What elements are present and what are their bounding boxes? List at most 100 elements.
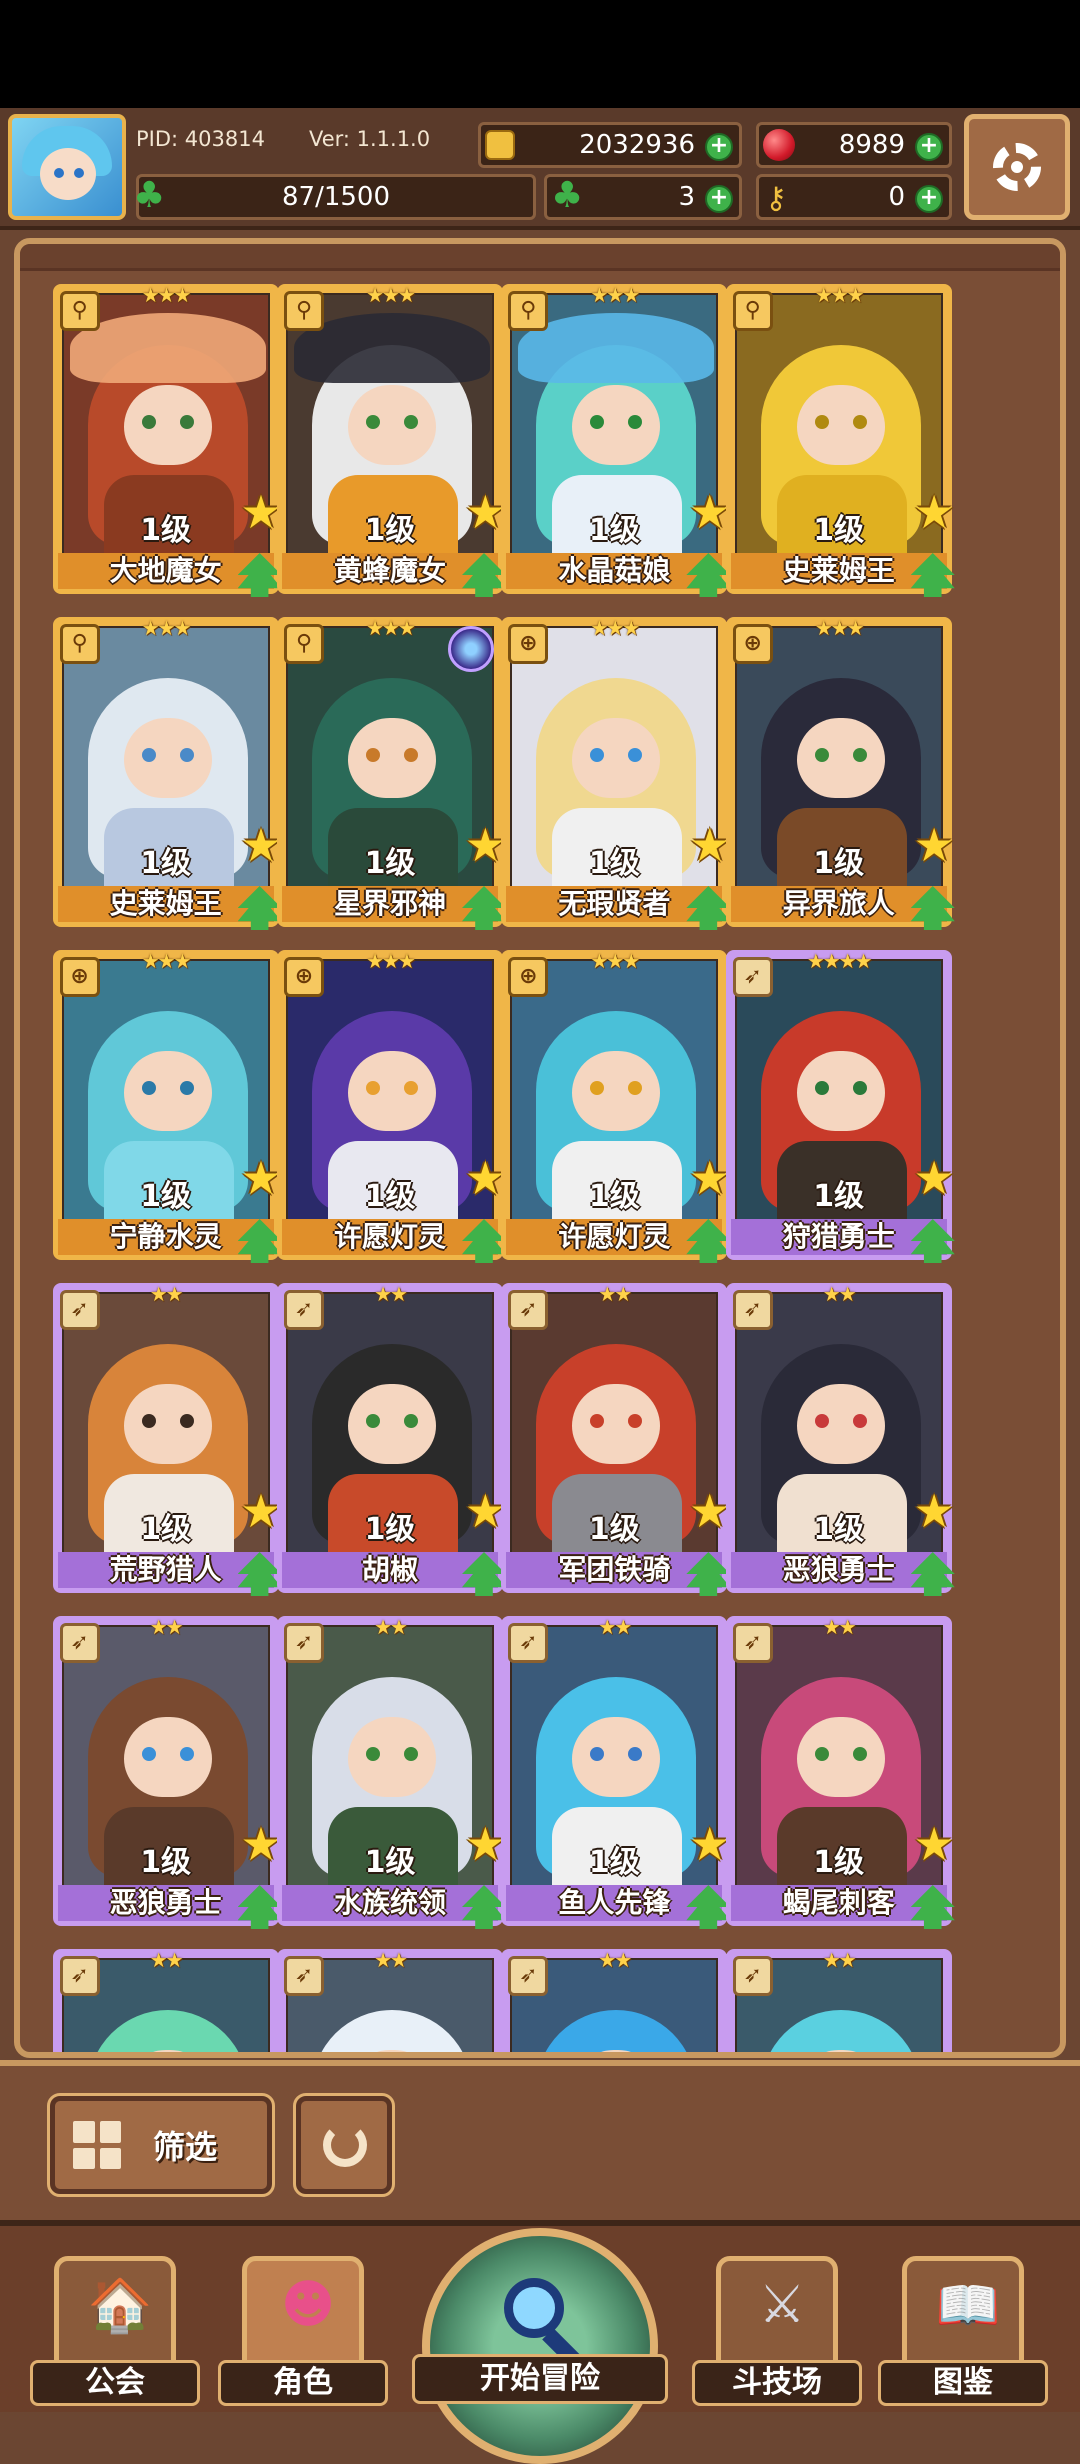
character-card[interactable]: ⚲ ★★★ 1级 ★ 黄蜂魔女	[277, 283, 506, 597]
add-gold-button[interactable]: +	[705, 133, 733, 161]
character-card[interactable]: ⚲ ★★★ 1级 ★ 史莱姆王	[52, 616, 282, 930]
character-name: 军团铁骑	[506, 1552, 723, 1588]
nav-arena[interactable]: ⚔ 斗技场	[692, 2256, 862, 2406]
character-name: 恶狼勇士	[730, 1552, 947, 1588]
nav-codex[interactable]: 📖 图鉴	[878, 2256, 1048, 2406]
star-icon[interactable]: ★	[240, 1821, 281, 1867]
add-gem-button[interactable]: +	[915, 133, 943, 161]
blade-class-icon: ➶	[732, 1290, 773, 1330]
rarity-stars: ★★	[374, 1948, 408, 1972]
character-card[interactable]: ⊕ ★★★ 1级 ★ 许愿灯灵	[277, 949, 506, 1263]
star-icon[interactable]: ★	[465, 822, 506, 868]
character-card[interactable]: ➶ ★★ 1级 ★ 水族统领	[277, 1615, 506, 1929]
clover-icon: ♣	[551, 175, 584, 216]
character-card[interactable]: ➶ ★★ 1级 ★ 荒野猎人	[52, 1282, 282, 1596]
star-icon[interactable]: ★	[465, 1821, 506, 1867]
swords-icon: ⚔	[758, 2275, 806, 2335]
nav-guild[interactable]: 🏠 公会	[30, 2256, 200, 2406]
rarity-stars: ★★★	[814, 283, 865, 307]
star-icon[interactable]: ★	[240, 1155, 281, 1201]
character-card[interactable]: ⚲ ★★★ 1级 ★ 史莱姆王	[725, 283, 955, 597]
nav-character[interactable]: ☻ 角色	[218, 2256, 388, 2406]
character-card[interactable]: ⚲ ★★★ 1级 ★ 星界邪神	[277, 616, 506, 930]
star-icon[interactable]: ★	[465, 489, 506, 535]
settings-button[interactable]	[964, 114, 1070, 220]
gem-counter: 8989 +	[756, 122, 952, 168]
target-class-icon: ⊕	[59, 957, 100, 997]
rarity-stars: ★★★	[590, 616, 640, 640]
star-icon[interactable]: ★	[689, 1488, 730, 1534]
star-icon[interactable]: ★	[913, 1155, 954, 1201]
sword-class-icon: ⚲	[59, 291, 100, 331]
blade-class-icon: ➶	[284, 1956, 324, 1996]
refresh-button[interactable]	[293, 2093, 395, 2197]
character-card[interactable]: ➶ ★★ 1级 ★ 鱼人先锋	[501, 1615, 731, 1929]
target-class-icon: ⊕	[284, 957, 324, 997]
star-icon[interactable]: ★	[689, 489, 730, 535]
character-name: 狩猎勇士	[730, 1219, 947, 1255]
blade-class-icon: ➶	[732, 1956, 773, 1996]
rarity-stars: ★★★	[366, 283, 416, 307]
character-roster-panel[interactable]: ⚲ ★★★ 1级 ★ 大地魔女 ⚲ ★★★ 1级 ★ 黄蜂魔女 ⚲ ★★★ 1级 ★ 水晶菇娘 ⚲ ★★★ 1级 ★…	[14, 238, 1066, 2058]
character-card[interactable]: ⊕ ★★★ 1级 ★ 宁静水灵	[52, 949, 282, 1263]
star-icon[interactable]: ★	[689, 1821, 730, 1867]
add-clover-button[interactable]: +	[705, 185, 733, 213]
key-counter: ⚷ 0 +	[756, 174, 952, 220]
add-key-button[interactable]: +	[915, 185, 943, 213]
star-icon[interactable]: ★	[240, 489, 281, 535]
character-grid[interactable]: ⚲ ★★★ 1级 ★ 大地魔女 ⚲ ★★★ 1级 ★ 黄蜂魔女 ⚲ ★★★ 1级 ★ 水晶菇娘 ⚲ ★★★ 1级 ★…	[20, 244, 1060, 2052]
star-icon[interactable]: ★	[240, 1488, 281, 1534]
character-card[interactable]: ➶ ★★★★ 1级 ★ 狩猎勇士	[725, 949, 955, 1263]
character-card[interactable]: ➶ ★★ 1级 ★ 军团铁骑	[501, 1282, 731, 1596]
character-card[interactable]: ➶ ★★ 1级 ★ 恶狼勇士	[52, 1615, 282, 1929]
blade-class-icon: ➶	[59, 1290, 100, 1330]
nav-guild-label: 公会	[30, 2360, 200, 2406]
character-name: 鱼人先锋	[506, 1885, 723, 1921]
character-card[interactable]: ➶ ★★	[277, 1948, 503, 2052]
filter-button[interactable]: 筛选	[47, 2093, 275, 2197]
character-card[interactable]: ⚲ ★★★ 1级 ★ 水晶菇娘	[501, 283, 731, 597]
character-card[interactable]: ➶ ★★ 1级 ★ 胡椒	[277, 1282, 506, 1596]
star-icon[interactable]: ★	[689, 822, 730, 868]
star-icon[interactable]: ★	[913, 489, 954, 535]
id-row: PID: 403814 Ver: 1.1.1.0	[136, 116, 476, 162]
star-icon[interactable]: ★	[913, 1488, 954, 1534]
rarity-stars: ★★★	[366, 949, 416, 973]
character-name: 无瑕贤者	[506, 886, 723, 922]
rarity-stars: ★★	[598, 1615, 632, 1639]
character-name: 宁静水灵	[57, 1219, 274, 1255]
blade-class-icon: ➶	[732, 1623, 773, 1663]
character-card[interactable]: ⊕ ★★★ 1级 ★ 无瑕贤者	[501, 616, 731, 930]
star-icon[interactable]: ★	[240, 822, 281, 868]
star-icon[interactable]: ★	[465, 1488, 506, 1534]
character-card[interactable]: ➶ ★★	[501, 1948, 728, 2052]
nav-adventure-label: 开始冒险	[412, 2354, 668, 2404]
rarity-stars: ★★★	[141, 616, 192, 640]
character-name: 胡椒	[282, 1552, 498, 1588]
rarity-stars: ★★★	[590, 949, 640, 973]
rarity-stars: ★★	[598, 1948, 632, 1972]
star-icon[interactable]: ★	[465, 1155, 506, 1201]
character-card[interactable]: ⊕ ★★★ 1级 ★ 异界旅人	[725, 616, 955, 930]
character-card[interactable]: ⚲ ★★★ 1级 ★ 大地魔女	[52, 283, 282, 597]
character-card[interactable]: ➶ ★★	[52, 1948, 279, 2052]
character-card[interactable]: ⊕ ★★★ 1级 ★ 许愿灯灵	[501, 949, 731, 1263]
filter-bar: 筛选	[0, 2060, 1080, 2220]
player-avatar[interactable]	[8, 114, 126, 220]
character-card[interactable]: ➶ ★★ 1级 ★ 蝎尾刺客	[725, 1615, 955, 1929]
character-card[interactable]: ➶ ★★	[725, 1948, 952, 2052]
blade-class-icon: ➶	[508, 1623, 549, 1663]
nav-start-adventure[interactable]: 开始冒险	[412, 2228, 668, 2464]
rarity-stars: ★★★	[141, 949, 192, 973]
blade-class-icon: ➶	[508, 1290, 549, 1330]
character-card[interactable]: ➶ ★★ 1级 ★ 恶狼勇士	[725, 1282, 955, 1596]
star-icon[interactable]: ★	[913, 822, 954, 868]
adventure-map-dome	[422, 2228, 658, 2464]
rarity-stars: ★★	[822, 1282, 857, 1306]
top-resource-bar: PID: 403814 Ver: 1.1.1.0 2032936 + 8989 …	[0, 108, 1080, 230]
refresh-icon	[323, 2123, 367, 2167]
rarity-stars: ★★	[149, 1948, 184, 1972]
star-icon[interactable]: ★	[689, 1155, 730, 1201]
gem-icon	[763, 129, 795, 161]
star-icon[interactable]: ★	[913, 1821, 954, 1867]
